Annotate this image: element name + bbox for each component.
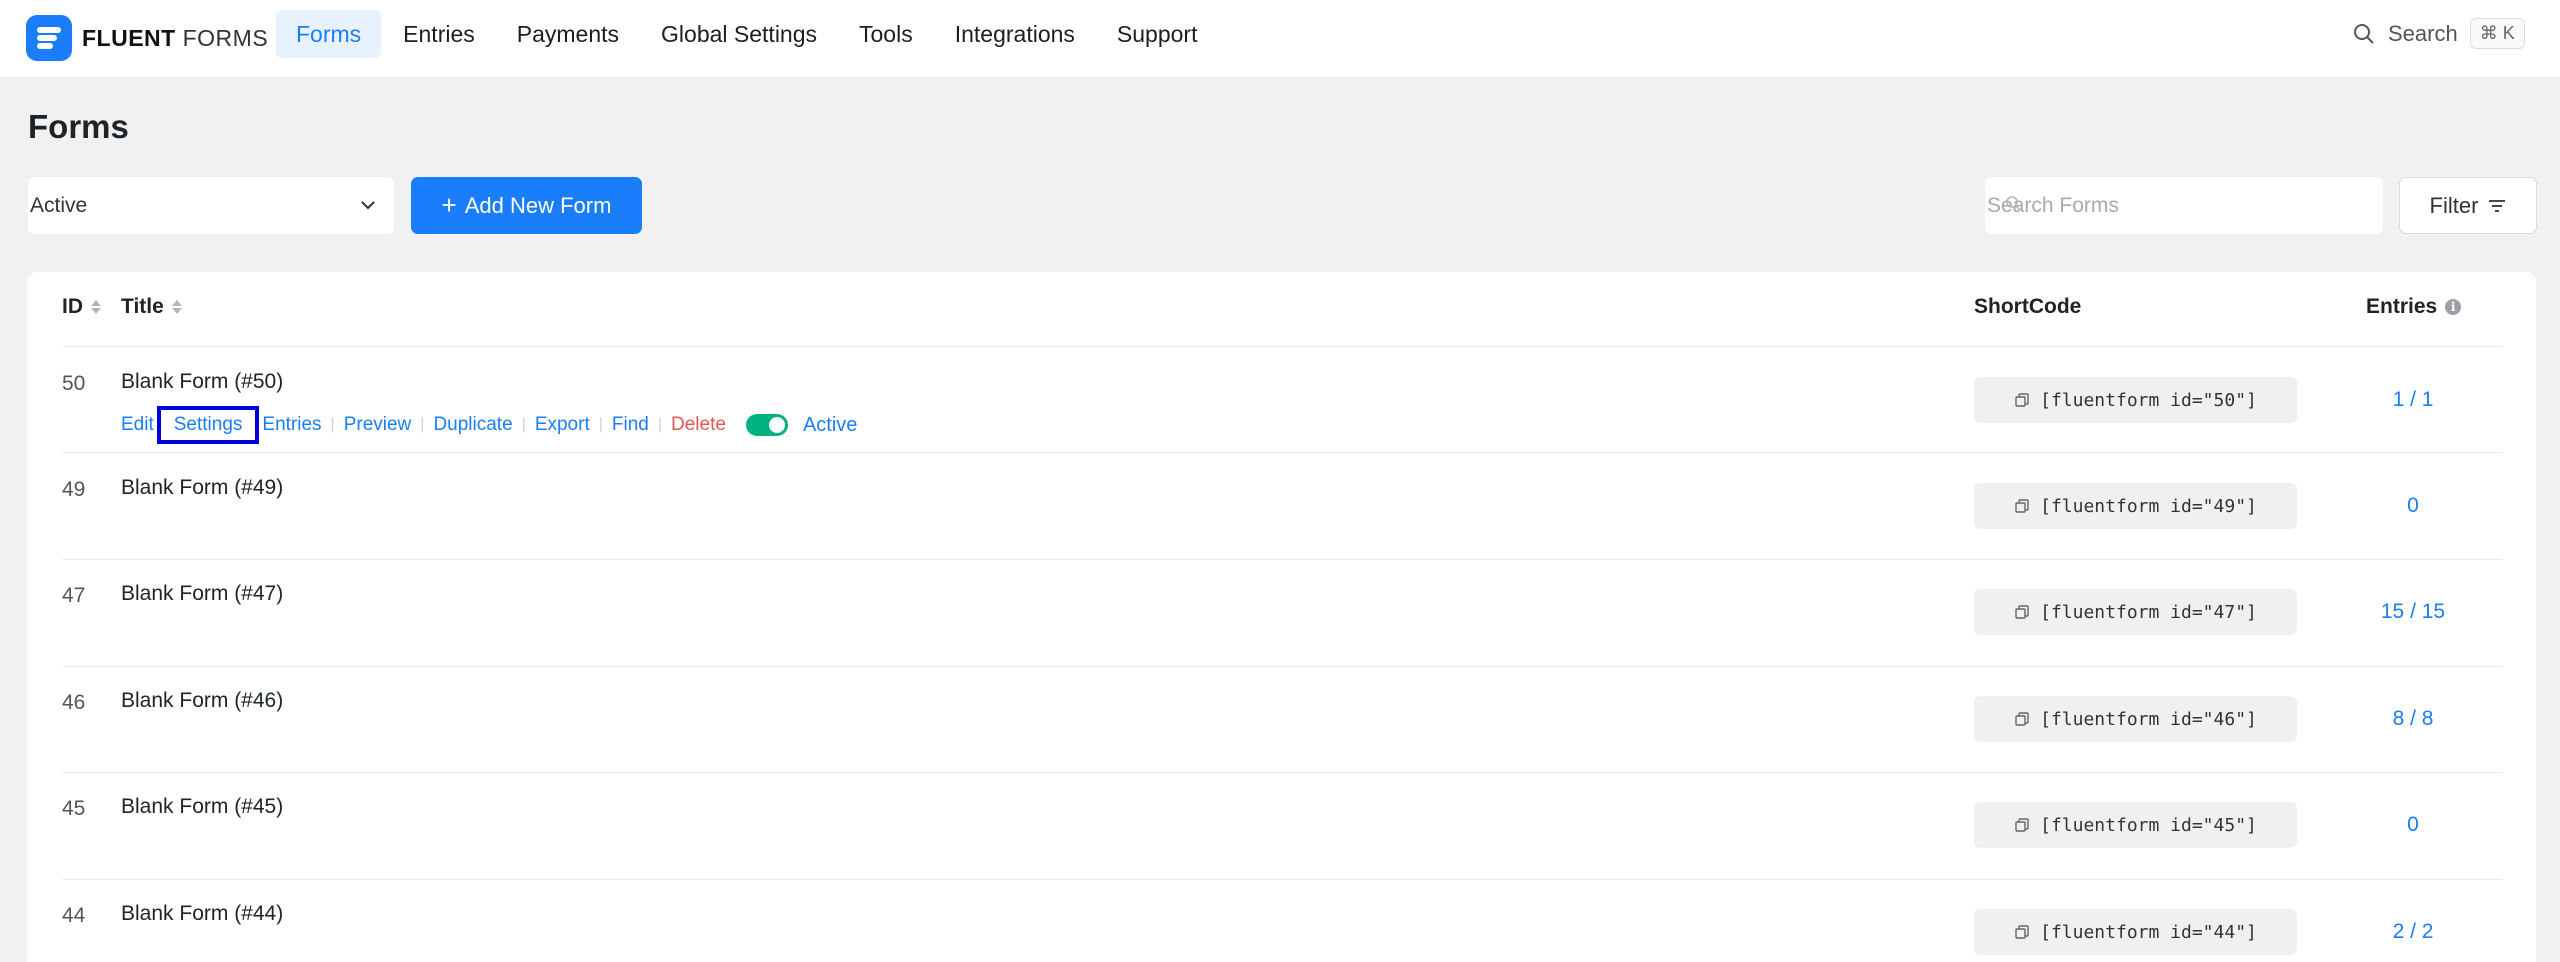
top-navigation-bar: FLUENT FORMS Forms Entries Payments Glob… xyxy=(0,0,2560,78)
nav-item-global-settings[interactable]: Global Settings xyxy=(641,10,837,58)
row-title[interactable]: Blank Form (#44) xyxy=(121,902,283,926)
row-id: 50 xyxy=(62,372,86,395)
filter-label: Filter xyxy=(2429,192,2479,218)
chevron-down-icon xyxy=(361,201,375,210)
entries-count-link[interactable]: 8 / 8 xyxy=(2333,707,2493,731)
row-divider xyxy=(62,559,2502,560)
column-header-entries-label: Entries xyxy=(2366,295,2438,318)
search-forms-input[interactable] xyxy=(1985,177,2383,234)
action-divider: | xyxy=(598,416,603,433)
find-link[interactable]: Find xyxy=(612,414,649,436)
row-id: 45 xyxy=(62,797,86,820)
copy-icon xyxy=(2015,712,2029,726)
fluent-forms-logo-icon xyxy=(26,15,72,61)
copy-icon xyxy=(2015,605,2029,619)
nav-item-tools[interactable]: Tools xyxy=(839,10,933,58)
column-header-title[interactable]: Title xyxy=(121,295,182,319)
row-divider xyxy=(62,452,2502,453)
action-divider: | xyxy=(330,416,335,433)
copy-icon xyxy=(2015,925,2029,939)
row-divider xyxy=(62,772,2502,773)
nav-item-support[interactable]: Support xyxy=(1097,10,1218,58)
search-shortcut-badge: ⌘ K xyxy=(2469,18,2525,49)
status-toggle-label: Active xyxy=(802,413,858,436)
sort-icon xyxy=(171,300,182,314)
row-divider xyxy=(62,346,2502,347)
status-filter-select[interactable]: Active xyxy=(28,177,394,234)
entries-count-link[interactable]: 1 / 1 xyxy=(2333,388,2493,412)
shortcode-text: [fluentform id="45"] xyxy=(2040,814,2257,836)
action-divider: | xyxy=(657,416,663,433)
shortcode-text: [fluentform id="47"] xyxy=(2040,601,2257,623)
row-divider xyxy=(62,879,2502,880)
preview-link[interactable]: Preview xyxy=(344,414,412,436)
global-search-button[interactable]: Search ⌘ K xyxy=(2352,18,2525,49)
shortcode-copy-button[interactable]: [fluentform id="46"] xyxy=(1974,696,2297,742)
delete-link[interactable]: Delete xyxy=(671,414,726,436)
entries-count-link[interactable]: 0 xyxy=(2333,494,2493,518)
global-search-label: Search xyxy=(2388,20,2458,46)
add-new-form-button[interactable]: + Add New Form xyxy=(411,177,642,234)
shortcode-text: [fluentform id="49"] xyxy=(2040,495,2257,517)
shortcode-copy-button[interactable]: [fluentform id="49"] xyxy=(1974,483,2297,529)
copy-icon xyxy=(2015,393,2029,407)
sort-icon xyxy=(91,300,101,314)
export-link[interactable]: Export xyxy=(535,414,590,436)
action-divider: | xyxy=(420,416,425,433)
shortcode-copy-button[interactable]: [fluentform id="47"] xyxy=(1974,589,2297,635)
entries-link[interactable]: Entries xyxy=(262,414,321,436)
column-header-entries: Entries i xyxy=(2366,295,2462,319)
shortcode-copy-button[interactable]: [fluentform id="50"] xyxy=(1974,377,2297,423)
status-filter-value: Active xyxy=(30,193,88,217)
row-title[interactable]: Blank Form (#50) xyxy=(121,370,283,394)
shortcode-text: [fluentform id="44"] xyxy=(2040,921,2257,943)
entries-count-link[interactable]: 15 / 15 xyxy=(2333,600,2493,624)
row-divider xyxy=(62,666,2502,667)
edit-link[interactable]: Edit xyxy=(121,414,154,436)
entries-count-link[interactable]: 2 / 2 xyxy=(2333,920,2493,944)
shortcode-text: [fluentform id="50"] xyxy=(2040,389,2257,411)
column-header-shortcode: ShortCode xyxy=(1974,295,2081,319)
page-title: Forms xyxy=(28,108,129,145)
search-icon xyxy=(2354,23,2374,44)
nav-item-entries[interactable]: Entries xyxy=(383,10,495,58)
column-header-id-label: ID xyxy=(62,295,83,318)
main-nav: Forms Entries Payments Global Settings T… xyxy=(276,10,1219,58)
entries-count-link[interactable]: 0 xyxy=(2333,813,2493,837)
action-divider: | xyxy=(521,416,526,433)
row-title[interactable]: Blank Form (#45) xyxy=(121,795,283,819)
settings-link[interactable]: Settings xyxy=(174,414,243,435)
status-toggle[interactable] xyxy=(745,414,788,436)
shortcode-copy-button[interactable]: [fluentform id="44"] xyxy=(1974,909,2297,955)
copy-icon xyxy=(2015,818,2029,832)
plus-icon: + xyxy=(441,190,457,220)
row-id: 46 xyxy=(62,691,86,714)
nav-item-payments[interactable]: Payments xyxy=(497,10,639,58)
copy-icon xyxy=(2015,499,2029,513)
search-icon xyxy=(2006,196,2021,211)
filter-button[interactable]: Filter xyxy=(2399,177,2537,234)
shortcode-copy-button[interactable]: [fluentform id="45"] xyxy=(1974,802,2297,848)
row-title[interactable]: Blank Form (#47) xyxy=(121,582,283,606)
filter-lines-icon xyxy=(2489,199,2506,212)
nav-item-integrations[interactable]: Integrations xyxy=(935,10,1095,58)
column-header-shortcode-label: ShortCode xyxy=(1974,295,2082,318)
duplicate-link[interactable]: Duplicate xyxy=(433,414,512,436)
brand-logo[interactable]: FLUENT FORMS xyxy=(26,15,268,61)
nav-item-forms[interactable]: Forms xyxy=(276,10,382,58)
shortcode-text: [fluentform id="46"] xyxy=(2040,708,2257,730)
row-id: 44 xyxy=(62,904,86,927)
add-new-form-label: Add New Form xyxy=(464,192,612,218)
column-header-title-label: Title xyxy=(121,295,164,318)
settings-highlight-box: Settings xyxy=(156,406,260,444)
search-forms-field[interactable] xyxy=(1985,177,2383,234)
column-header-id[interactable]: ID xyxy=(62,295,101,319)
row-title[interactable]: Blank Form (#46) xyxy=(121,689,283,713)
row-title[interactable]: Blank Form (#49) xyxy=(121,476,283,500)
row-actions: Edit Settings Entries | Preview | Duplic… xyxy=(121,406,857,444)
row-id: 49 xyxy=(62,478,86,501)
info-icon[interactable]: i xyxy=(2445,299,2462,315)
brand-name: FLUENT FORMS xyxy=(82,24,269,51)
row-id: 47 xyxy=(62,584,86,607)
